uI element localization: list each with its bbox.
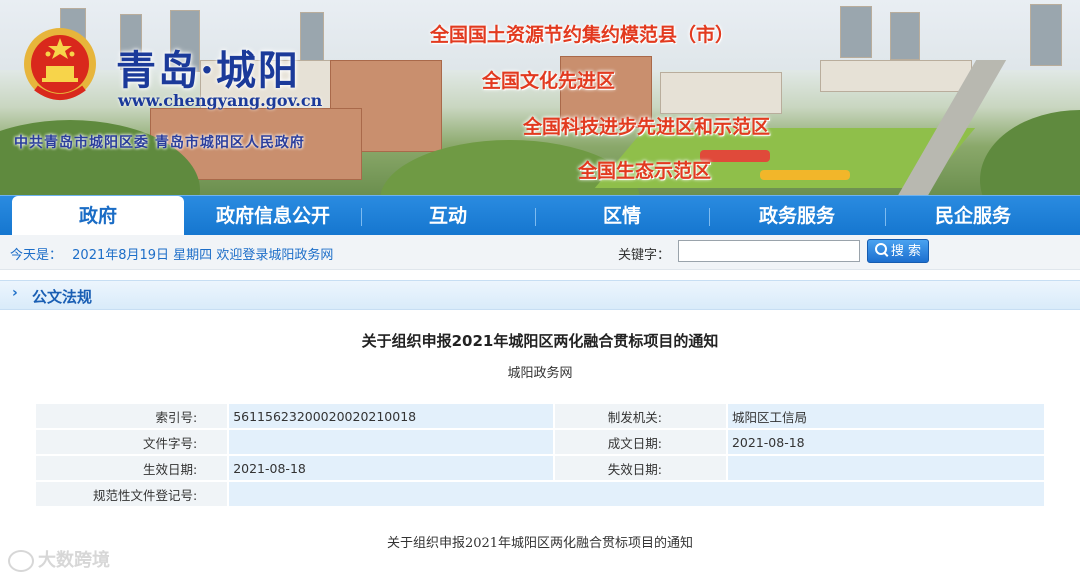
index-label: 索引号: xyxy=(36,404,228,428)
banner-building xyxy=(820,60,972,92)
doc-number-label: 文件字号: xyxy=(36,430,228,454)
banner-flowerbed xyxy=(760,170,850,180)
site-organization: 中共青岛市城阳区委 青岛市城阳区人民政府 xyxy=(14,135,305,151)
nav-item-info-disclosure[interactable]: 政府信息公开 xyxy=(186,196,360,236)
search-icon xyxy=(874,243,887,255)
search-button-label: 搜 索 xyxy=(890,244,922,259)
today-label: 今天是： xyxy=(10,248,63,263)
table-row: 文件字号: 成文日期: 2021-08-18 xyxy=(36,430,1044,454)
national-emblem-icon xyxy=(24,28,96,100)
index-value: 5611562320002002021001​8 xyxy=(229,404,554,428)
watermark-text: 大数跨境 xyxy=(38,550,110,571)
slogan-1: 全国国土资源节约集约模范县（市） xyxy=(430,24,735,46)
date-welcome: 今天是： 2021年8月19日 星期四 欢迎登录城阳政务网 xyxy=(10,244,333,263)
nav-item-enterprise-services[interactable]: 民企服务 xyxy=(886,196,1060,236)
section-header: › 公文法规 xyxy=(0,280,1080,310)
slogan-4: 全国生态示范区 xyxy=(578,160,712,182)
registration-number-value xyxy=(229,482,1044,506)
nav-item-government-services[interactable]: 政务服务 xyxy=(710,196,884,236)
table-row: 规范性文件登记号: xyxy=(36,482,1044,506)
written-date-label: 成文日期: xyxy=(555,430,726,454)
site-name: 青岛·城阳 xyxy=(116,47,300,94)
banner-building xyxy=(840,6,872,58)
table-row: 生效日期: 2021-08-18 失效日期: xyxy=(36,456,1044,480)
document-title: 关于组织申报2021年城阳区两化融合贯标项目的通知 xyxy=(361,332,719,350)
expiry-date-value xyxy=(727,456,1044,480)
expiry-date-label: 失效日期: xyxy=(555,456,726,480)
issuer-label: 制发机关: xyxy=(555,404,726,428)
today-value: 2021年8月19日 星期四 欢迎登录城阳政务网 xyxy=(72,248,334,263)
search-button[interactable]: 搜 索 xyxy=(867,239,929,263)
banner-building xyxy=(890,12,920,60)
table-row: 索引号: 5611562320002002021001​8 制发机关: 城阳区工… xyxy=(36,404,1044,428)
banner-trees xyxy=(980,110,1080,195)
effective-date-label: 生效日期: xyxy=(36,456,228,480)
header-banner: 青岛·城阳 www.chengyang.gov.cn 中共青岛市城阳区委 青岛市… xyxy=(0,0,1080,195)
effective-date-value: 2021-08-18 xyxy=(229,456,554,480)
nav-item-interaction[interactable]: 互动 xyxy=(362,196,534,236)
registration-number-label: 规范性文件登记号: xyxy=(36,482,228,506)
banner-building xyxy=(660,72,782,114)
issuer-value: 城阳区工信局 xyxy=(727,404,1044,428)
doc-number-value xyxy=(229,430,554,454)
site-url: www.chengyang.gov.cn xyxy=(118,91,323,110)
keyword-label: 关键字： xyxy=(618,248,671,263)
watermark: 大数跨境 xyxy=(8,546,110,572)
document-source: 城阳政务网 xyxy=(507,366,573,381)
main-nav: 政府 政府信息公开 互动 区情 政务服务 民企服务 xyxy=(0,195,1080,236)
nav-item-government[interactable]: 政府 xyxy=(12,196,184,236)
section-title[interactable]: 公文法规 xyxy=(32,286,92,307)
document-body-title: 关于组织申报2021年城阳区两化融合贯标项目的通知 xyxy=(386,536,694,551)
keyword-search-input[interactable] xyxy=(678,240,860,262)
slogan-2: 全国文化先进区 xyxy=(482,70,616,92)
slogan-3: 全国科技进步先进区和示范区 xyxy=(523,116,771,138)
nav-item-district-overview[interactable]: 区情 xyxy=(536,196,708,236)
banner-building xyxy=(1030,4,1062,66)
info-bar: 今天是： 2021年8月19日 星期四 欢迎登录城阳政务网 关键字： 搜 索 xyxy=(0,235,1080,270)
watermark-logo-icon xyxy=(8,550,34,572)
document-metadata-table: 索引号: 5611562320002002021001​8 制发机关: 城阳区工… xyxy=(34,402,1046,508)
written-date-value: 2021-08-18 xyxy=(727,430,1044,454)
chevron-right-icon: › xyxy=(12,285,18,301)
